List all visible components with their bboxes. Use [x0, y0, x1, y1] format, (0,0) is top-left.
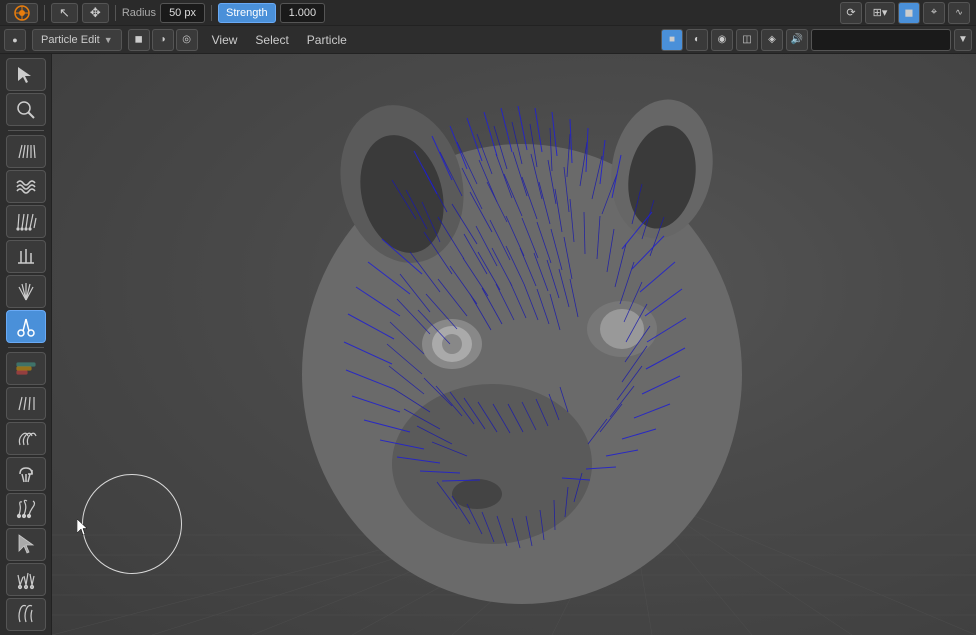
tool-rand-particles[interactable]: [6, 563, 46, 596]
top-right-icon-3[interactable]: ◼: [898, 2, 920, 24]
tool-sep-1: [8, 130, 44, 131]
blender-logo-btn[interactable]: [6, 3, 38, 23]
tool-length[interactable]: [6, 240, 46, 273]
view-mode-icons: ◼ ◑ ◎: [128, 29, 198, 51]
tool-add[interactable]: [6, 205, 46, 238]
top-right-icon-1[interactable]: ⟳: [840, 2, 862, 24]
tool-cut[interactable]: [6, 310, 46, 343]
tool-puff[interactable]: [6, 275, 46, 308]
strength-value[interactable]: 1.000: [280, 3, 326, 23]
radius-value[interactable]: 50 px: [160, 3, 205, 23]
solid-mode-btn[interactable]: ◼: [128, 29, 150, 51]
sep2: [115, 5, 116, 21]
scene-background: [52, 54, 976, 635]
viewport-shading-1[interactable]: ■: [661, 29, 683, 51]
search-input[interactable]: [811, 29, 951, 51]
strength-label-btn[interactable]: Strength: [218, 3, 276, 23]
tool-select[interactable]: [6, 58, 46, 91]
menu-select[interactable]: Select: [247, 29, 296, 51]
right-icons-group: ■ ◐ ◉ ◫ ◈ 🔊 ▼: [661, 29, 972, 51]
viewport[interactable]: [52, 54, 976, 635]
material-mode-btn[interactable]: ◑: [152, 29, 174, 51]
top-right-icon-2[interactable]: ⊞▾: [865, 2, 895, 24]
mode-dropdown-arrow: ▼: [104, 35, 113, 45]
xray-btn[interactable]: ◫: [736, 29, 758, 51]
tool-sep-2: [8, 347, 44, 348]
tool-smooth[interactable]: [6, 170, 46, 203]
tool-weight[interactable]: [6, 352, 46, 385]
tool-straighten[interactable]: [6, 387, 46, 420]
mode-select-btn[interactable]: ↖: [51, 3, 78, 23]
mode-dropdown[interactable]: Particle Edit ▼: [32, 29, 122, 51]
render-mode-btn[interactable]: ◎: [176, 29, 198, 51]
tool-circle-select[interactable]: [6, 93, 46, 126]
snap-btn[interactable]: 🔊: [786, 29, 808, 51]
animal-head-svg: [182, 74, 862, 634]
sep3: [211, 5, 212, 21]
tool-randomize[interactable]: [6, 493, 46, 526]
menu-view[interactable]: View: [204, 29, 246, 51]
viewport-overlay-btn[interactable]: ◉: [711, 29, 733, 51]
tool-rotate[interactable]: [6, 457, 46, 490]
tool-comb[interactable]: [6, 135, 46, 168]
menu-bar: ● Particle Edit ▼ ◼ ◑ ◎ View Select Part…: [0, 26, 976, 54]
tool-cursor[interactable]: [6, 528, 46, 561]
tool-hair-smooth[interactable]: [6, 598, 46, 631]
menu-particle[interactable]: Particle: [299, 29, 355, 51]
viewport-shading-2[interactable]: ◐: [686, 29, 708, 51]
search-dropdown-arrow[interactable]: ▼: [954, 29, 972, 51]
transform-btn[interactable]: ✥: [82, 3, 109, 23]
top-toolbar: ↖ ✥ Radius 50 px Strength 1.000 ⟳ ⊞▾ ◼ ⌖…: [0, 0, 976, 26]
sep1: [44, 5, 45, 21]
left-toolbar: [0, 54, 52, 635]
proportional-btn[interactable]: ◈: [761, 29, 783, 51]
particle-mode-icon[interactable]: ●: [4, 29, 26, 51]
top-right-icon-4[interactable]: ⌖: [923, 2, 945, 24]
tool-curl[interactable]: [6, 422, 46, 455]
radius-label: Radius: [122, 7, 156, 19]
mode-icon-group: ●: [4, 29, 26, 51]
top-right-icon-5[interactable]: ∿: [948, 2, 970, 24]
